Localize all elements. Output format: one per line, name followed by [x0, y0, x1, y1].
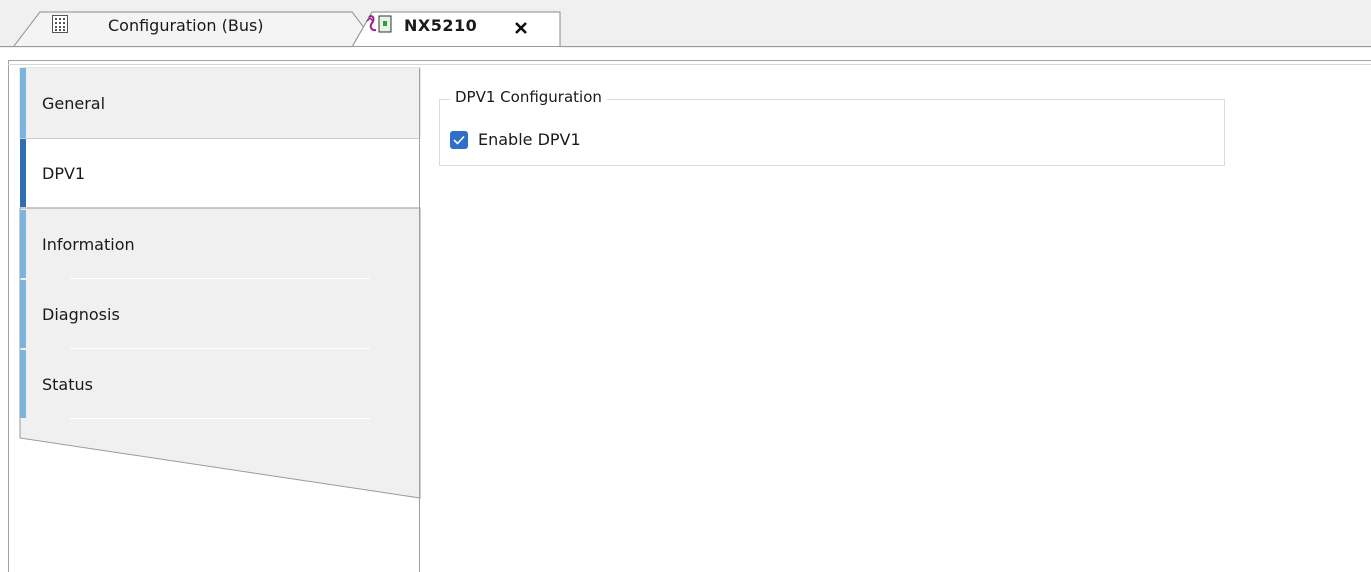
tab-configuration-bus-label: Configuration (Bus): [108, 15, 264, 35]
sidebar-item-label: Diagnosis: [42, 304, 120, 324]
sidebar-separator: [70, 348, 370, 349]
sidebar-item-label: General: [42, 93, 106, 113]
device-editor-window: Configuration (Bus) NX5210 General DPV1 …: [0, 0, 1371, 572]
sidebar-item-general[interactable]: General: [20, 68, 420, 138]
tab-configuration-bus[interactable]: Configuration (Bus): [40, 12, 340, 38]
sidebar-item-information[interactable]: Information: [20, 210, 420, 278]
enable-dpv1-label: Enable DPV1: [478, 130, 581, 149]
sidebar-item-accent: [20, 280, 26, 348]
grid-document-icon: [52, 15, 68, 33]
enable-dpv1-checkbox-row[interactable]: Enable DPV1: [450, 130, 581, 149]
editor-tab-bar: Configuration (Bus) NX5210: [0, 0, 1371, 48]
sidebar-separator: [70, 418, 370, 419]
tab-nx5210-label: NX5210: [404, 15, 478, 35]
sidebar-separator: [70, 278, 370, 279]
panel-divider: [419, 68, 420, 572]
close-tab-icon[interactable]: [513, 20, 531, 38]
enable-dpv1-checkbox[interactable]: [450, 130, 468, 149]
sidebar-item-dpv1[interactable]: DPV1: [20, 139, 420, 207]
sidebar-item-label: DPV1: [42, 163, 86, 183]
sidebar-item-accent: [20, 68, 26, 138]
device-module-icon: [366, 15, 392, 33]
sidebar-item-label: Information: [42, 234, 135, 254]
content-top-border: [8, 64, 1371, 65]
checkmark-icon: [453, 135, 465, 145]
sidebar-item-diagnosis[interactable]: Diagnosis: [20, 280, 420, 348]
sidebar-item-label: Status: [42, 374, 93, 394]
sidebar-item-status[interactable]: Status: [20, 350, 420, 418]
sidebar-item-accent: [20, 210, 26, 278]
sidebar-item-accent: [20, 139, 26, 207]
tab-bar-baseline: [0, 46, 1371, 47]
sidebar-item-accent: [20, 350, 26, 418]
group-title: DPV1 Configuration: [450, 88, 607, 106]
